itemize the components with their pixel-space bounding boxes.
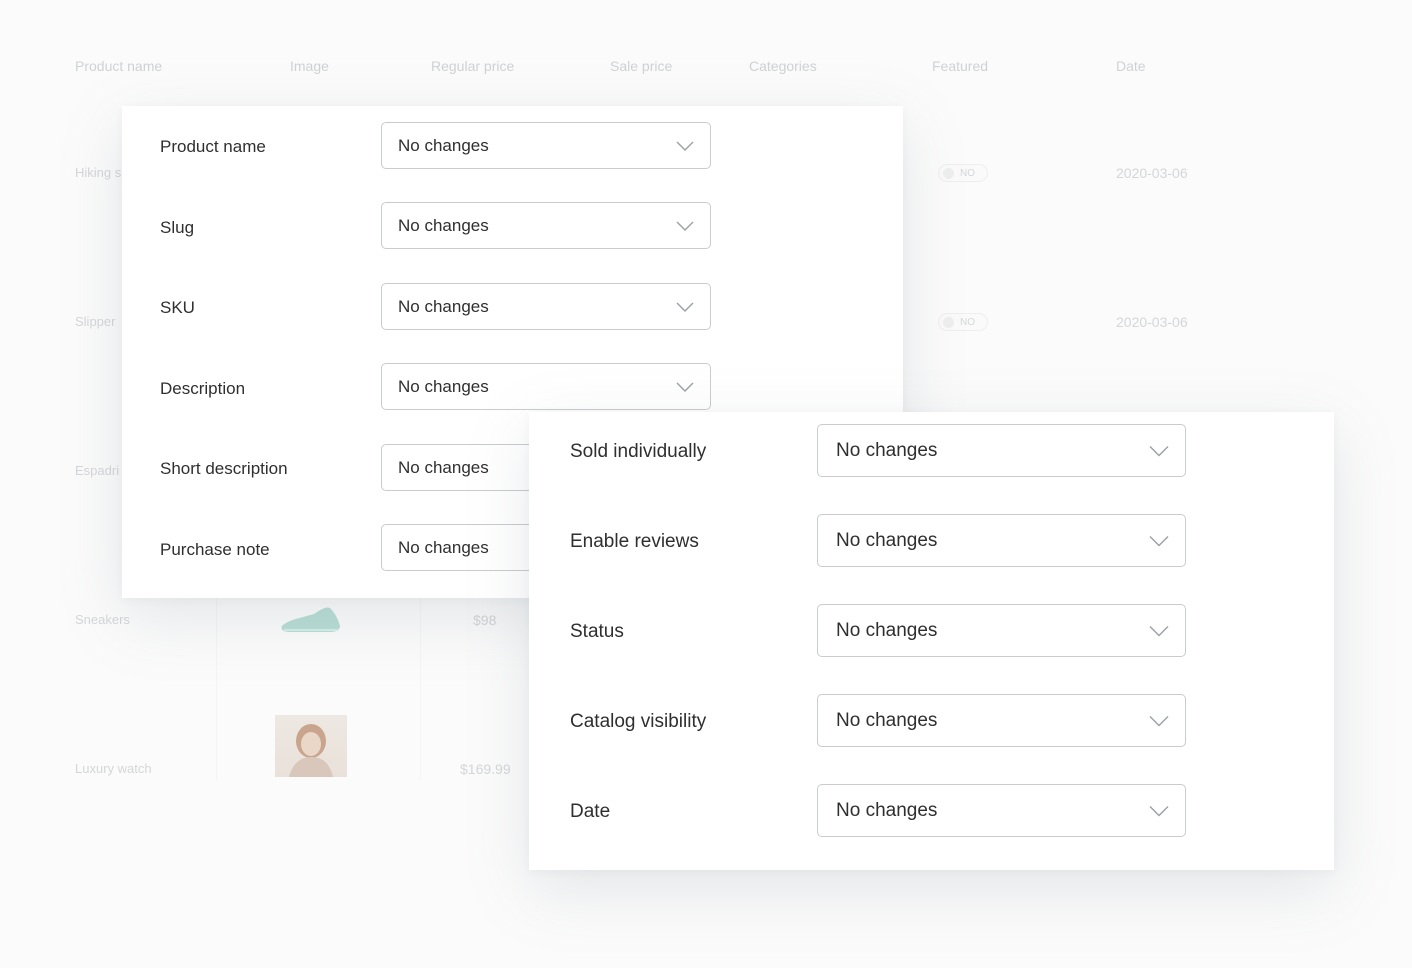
- field-label-sku: SKU: [160, 298, 195, 317]
- toggle-label: NO: [960, 167, 975, 179]
- chevron-down-icon: [1149, 445, 1169, 456]
- toggle-knob: [943, 316, 954, 328]
- field-label-enable-reviews: Enable reviews: [570, 531, 699, 552]
- field-label-sold-individually: Sold individually: [570, 441, 707, 462]
- header-product-name: Product name: [75, 58, 163, 74]
- field-label-slug: Slug: [160, 218, 195, 237]
- field-label-catalog-visibility: Catalog visibility: [570, 711, 707, 732]
- header-image: Image: [290, 58, 329, 74]
- select-value: No changes: [398, 457, 489, 477]
- header-regular-price: Regular price: [431, 58, 515, 74]
- select-value: No changes: [398, 376, 489, 396]
- enable-reviews-select[interactable]: No changes: [817, 514, 1186, 567]
- bulk-edit-panel-settings: Sold individually No changes Enable revi…: [529, 412, 1334, 870]
- date-select[interactable]: No changes: [817, 784, 1186, 837]
- select-value: No changes: [836, 529, 938, 551]
- row-5-name: Luxury watch: [75, 761, 152, 776]
- row-2-name: Slipper: [75, 314, 116, 329]
- chevron-down-icon: [1149, 715, 1169, 726]
- toggle-label: NO: [960, 316, 975, 328]
- row-5-price: $169.99: [460, 761, 511, 777]
- row-1-name: Hiking s: [75, 165, 122, 180]
- description-select[interactable]: No changes: [381, 363, 711, 410]
- row-1-date: 2020-03-06: [1116, 165, 1188, 181]
- field-label-date: Date: [570, 801, 611, 822]
- chevron-down-icon: [676, 302, 694, 312]
- product-photo: [275, 715, 347, 777]
- row-4-price: $98: [473, 612, 497, 628]
- field-label-purchase-note: Purchase note: [160, 540, 270, 559]
- field-label-short-description: Short description: [160, 459, 288, 478]
- chevron-down-icon: [1149, 625, 1169, 636]
- featured-toggle[interactable]: NO: [938, 313, 988, 331]
- row-2-date: 2020-03-06: [1116, 314, 1188, 330]
- row-3-name: Espadri: [75, 463, 120, 478]
- field-label-product-name: Product name: [160, 137, 266, 156]
- field-label-status: Status: [570, 621, 624, 642]
- select-value: No changes: [398, 135, 489, 155]
- toggle-knob: [943, 167, 954, 179]
- chevron-down-icon: [1149, 805, 1169, 816]
- select-value: No changes: [836, 709, 938, 731]
- header-featured: Featured: [932, 58, 989, 74]
- select-value: No changes: [398, 215, 489, 235]
- sold-individually-select[interactable]: No changes: [817, 424, 1186, 477]
- catalog-visibility-select[interactable]: No changes: [817, 694, 1186, 747]
- select-value: No changes: [836, 619, 938, 641]
- sneaker-image: [281, 607, 340, 632]
- product-name-select[interactable]: No changes: [381, 122, 711, 169]
- select-value: No changes: [398, 296, 489, 316]
- header-date: Date: [1116, 58, 1146, 74]
- status-select[interactable]: No changes: [817, 604, 1186, 657]
- chevron-down-icon: [1149, 535, 1169, 546]
- chevron-down-icon: [676, 382, 694, 392]
- row-4-name: Sneakers: [75, 612, 130, 627]
- select-value: No changes: [836, 799, 938, 821]
- header-categories: Categories: [749, 58, 817, 74]
- chevron-down-icon: [676, 221, 694, 231]
- select-value: No changes: [836, 439, 938, 461]
- featured-toggle[interactable]: NO: [938, 164, 988, 182]
- sku-select[interactable]: No changes: [381, 283, 711, 330]
- select-value: No changes: [398, 537, 489, 557]
- header-sale-price: Sale price: [610, 58, 673, 74]
- chevron-down-icon: [676, 141, 694, 151]
- field-label-description: Description: [160, 379, 246, 398]
- slug-select[interactable]: No changes: [381, 202, 711, 249]
